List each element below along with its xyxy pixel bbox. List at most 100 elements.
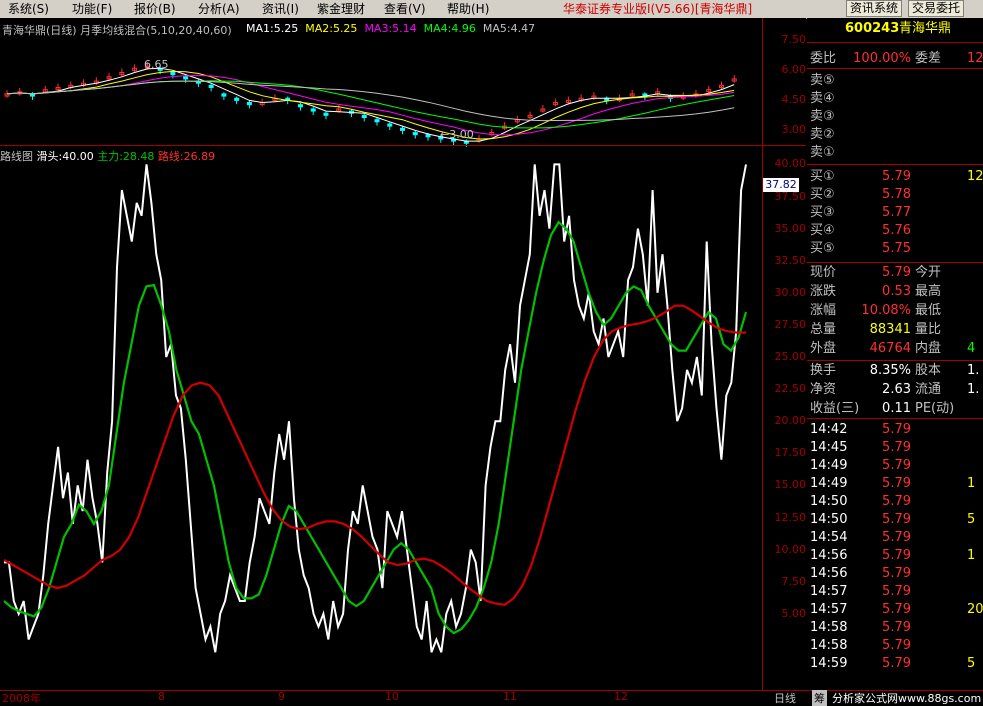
route-indicator-chart bbox=[3, 163, 748, 653]
menu-function[interactable]: 功能(F) bbox=[72, 1, 112, 17]
ask-label: 卖② bbox=[810, 127, 835, 142]
app-title: 华泰证券专业版I(V5.66)[青海华鼎] bbox=[563, 2, 753, 16]
kline-chart bbox=[4, 62, 737, 148]
tick-price: 5.79 bbox=[882, 476, 911, 491]
tick-volume: 1 bbox=[967, 548, 976, 563]
tick-price: 5.79 bbox=[882, 494, 911, 509]
stat-label: 涨跌 bbox=[810, 284, 837, 299]
tick-price: 5.79 bbox=[882, 566, 911, 581]
kline-candle bbox=[387, 123, 393, 127]
bid-label: 买② bbox=[810, 187, 835, 202]
tick-row: 14:54 5.79 bbox=[809, 529, 983, 547]
kline-ytick: 6.00 bbox=[781, 63, 807, 76]
trade-order-button[interactable]: 交易委托 bbox=[908, 0, 965, 17]
tick-row: 14:57 5.79 bbox=[809, 583, 983, 601]
tick-price: 5.79 bbox=[882, 512, 911, 527]
stat-value: 1. bbox=[967, 382, 980, 397]
kline-candle bbox=[425, 134, 431, 138]
tick-price: 5.79 bbox=[882, 620, 911, 635]
menu-quote[interactable]: 报价(B) bbox=[134, 1, 176, 17]
stat-row: 涨幅 10.08% 最低 bbox=[809, 302, 983, 320]
indicator-ytick: 27.50 bbox=[774, 317, 807, 331]
tick-volume: 1 bbox=[967, 476, 976, 491]
weicha-label: 委差 bbox=[915, 51, 942, 66]
stat-label: 股本 bbox=[915, 363, 942, 378]
tick-price: 5.79 bbox=[882, 440, 911, 455]
ma2-label: MA2:5.25 bbox=[305, 22, 358, 35]
indicator-ytick: 30.00 bbox=[774, 285, 807, 299]
bid-price: 5.75 bbox=[882, 241, 911, 256]
indicator-ytick: 10.00 bbox=[774, 542, 807, 556]
menu-info[interactable]: 资讯(I) bbox=[262, 1, 299, 17]
bid-row: 买① 5.79 12 bbox=[809, 168, 983, 186]
month-label: 8 bbox=[158, 690, 165, 703]
divider bbox=[807, 42, 983, 43]
chip-tab[interactable]: 筹 bbox=[812, 690, 827, 706]
stat-row: 总量 88341 量比 bbox=[809, 321, 983, 339]
watermark: 分析家公式网www.88gs.com bbox=[832, 692, 982, 705]
kline-ytick: 7.50 bbox=[781, 33, 807, 46]
kline-candle bbox=[297, 104, 303, 108]
weibi-value: 100.00% bbox=[853, 51, 911, 66]
ma4-label: MA4:4.96 bbox=[423, 22, 476, 35]
menu-help[interactable]: 帮助(H) bbox=[447, 1, 489, 17]
stat-label: 外盘 bbox=[810, 341, 837, 356]
month-label: 9 bbox=[278, 690, 285, 703]
tick-row: 14:57 5.79 20 bbox=[809, 601, 983, 619]
ask-label: 卖⑤ bbox=[810, 73, 835, 88]
tick-price: 5.79 bbox=[882, 422, 911, 437]
menu-finance[interactable]: 紫金理财 bbox=[317, 1, 365, 17]
stock-header: 600243 青海华鼎 bbox=[809, 20, 983, 40]
divider bbox=[807, 262, 983, 263]
tick-price: 5.79 bbox=[882, 458, 911, 473]
kline-candle bbox=[310, 108, 316, 112]
menu-system[interactable]: 系统(S) bbox=[8, 1, 49, 17]
stat-label: 最低 bbox=[915, 303, 942, 318]
kline-candle bbox=[170, 71, 176, 76]
kline-candle bbox=[412, 132, 418, 136]
bid-row: 买② 5.78 bbox=[809, 186, 983, 204]
divider bbox=[807, 418, 983, 419]
indicator-ytick: 32.50 bbox=[774, 253, 807, 267]
bid-volume: 12 bbox=[967, 169, 983, 184]
main-line bbox=[3, 220, 748, 635]
ma1-label: MA1:5.25 bbox=[246, 22, 299, 35]
stat-label: PE(动) bbox=[915, 401, 955, 416]
kline-ma-line bbox=[6, 74, 735, 136]
weibi-row: 委比 100.00% 委差 12 bbox=[809, 50, 983, 68]
stat-value: 5.79 bbox=[882, 265, 911, 280]
kline-candle bbox=[361, 114, 367, 119]
stat-value: 88341 bbox=[869, 322, 911, 337]
menu-view[interactable]: 查看(V) bbox=[384, 1, 426, 17]
stat-value: 4 bbox=[967, 341, 976, 356]
indicator-ytick: 25.00 bbox=[774, 350, 807, 363]
tick-volume: 5 bbox=[967, 656, 976, 671]
tick-price: 5.79 bbox=[882, 656, 911, 671]
stat-label: 现价 bbox=[810, 265, 837, 280]
tick-row: 14:50 5.79 5 bbox=[809, 511, 983, 529]
month-label: 12 bbox=[614, 690, 628, 703]
tick-row: 14:45 5.79 bbox=[809, 439, 983, 457]
stat-label: 量比 bbox=[915, 322, 942, 337]
month-label: 10 bbox=[385, 690, 399, 703]
tick-row: 14:56 5.79 1 bbox=[809, 547, 983, 565]
ask-row: 卖③ bbox=[809, 108, 983, 126]
period-tab[interactable]: 日线 bbox=[774, 690, 796, 706]
year-label: 2008年 bbox=[2, 692, 41, 705]
ma3-label: MA3:5.14 bbox=[364, 22, 417, 35]
bid-label: 买③ bbox=[810, 205, 835, 220]
bid-price: 5.77 bbox=[882, 205, 911, 220]
ask-label: 卖① bbox=[810, 145, 835, 160]
tick-price: 5.79 bbox=[882, 584, 911, 599]
stat-value: 0.53 bbox=[882, 284, 911, 299]
news-system-button[interactable]: 资讯系统 bbox=[846, 0, 903, 17]
ask-row: 卖② bbox=[809, 126, 983, 144]
tick-row: 14:50 5.79 bbox=[809, 493, 983, 511]
tick-price: 5.79 bbox=[882, 602, 911, 617]
menu-analysis[interactable]: 分析(A) bbox=[198, 1, 240, 17]
divider bbox=[807, 68, 983, 69]
ask-row: 卖④ bbox=[809, 90, 983, 108]
weicha-value: 12 bbox=[967, 51, 983, 66]
indicator-ytick: 35.00 bbox=[774, 221, 807, 235]
stat-value: 2.63 bbox=[882, 382, 911, 397]
